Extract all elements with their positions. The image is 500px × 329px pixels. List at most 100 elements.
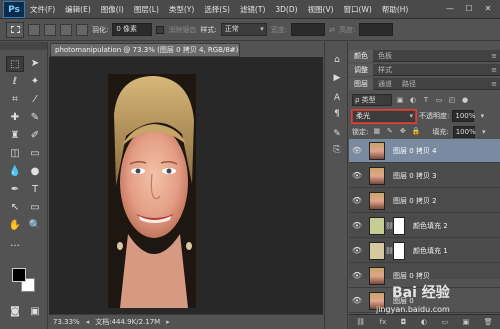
menu-help[interactable]: 帮助(H) <box>377 4 414 15</box>
path-selection-icon[interactable]: ↖ <box>6 200 24 216</box>
add-selection-icon[interactable] <box>44 23 56 36</box>
healing-brush-icon[interactable]: ✚ <box>6 110 24 126</box>
blend-mode-select[interactable]: 柔光 <box>351 108 417 124</box>
visibility-eye-icon[interactable]: 👁 <box>349 196 365 205</box>
menu-filter[interactable]: 滤镜(T) <box>235 4 270 15</box>
visibility-eye-icon[interactable]: 👁 <box>349 271 365 280</box>
lasso-tool-icon[interactable]: ℓ <box>6 74 24 90</box>
minimize-button[interactable]: — <box>442 3 458 15</box>
height-input[interactable] <box>359 23 394 36</box>
layer-filter-select[interactable]: ρ 类型 <box>352 94 392 106</box>
menu-3d[interactable]: 3D(D) <box>270 5 302 14</box>
history-panel-icon[interactable]: ⌂ <box>330 54 344 66</box>
tab-layers[interactable]: 图层 <box>349 77 373 90</box>
opacity-arrow-icon[interactable]: ▾ <box>477 111 487 121</box>
width-input[interactable] <box>291 23 326 36</box>
crop-tool-icon[interactable]: ⌗ <box>6 92 24 108</box>
hand-tool-icon[interactable]: ✋ <box>6 218 24 234</box>
layer-row[interactable]: 👁 图层 0 拷贝 4 <box>349 139 500 163</box>
fill-arrow-icon[interactable]: ▾ <box>479 127 489 137</box>
layer-row[interactable]: 👁 ⛓ 颜色填充 1 <box>349 239 500 263</box>
menu-layer[interactable]: 图层(L) <box>129 4 164 15</box>
tab-adjustments[interactable]: 调整 <box>349 63 373 76</box>
blur-tool-icon[interactable]: 💧 <box>6 164 24 180</box>
character-panel-icon[interactable]: A <box>330 92 344 104</box>
menu-window[interactable]: 窗口(W) <box>339 4 377 15</box>
close-window-button[interactable]: ✕ <box>480 3 496 15</box>
visibility-eye-icon[interactable]: 👁 <box>349 221 365 230</box>
pen-tool-icon[interactable]: ✒ <box>6 182 24 198</box>
filter-toggle-icon[interactable]: ● <box>460 95 470 105</box>
filter-type-icon[interactable]: T <box>421 95 431 105</box>
filter-pixel-icon[interactable]: ▣ <box>395 95 405 105</box>
filter-smart-icon[interactable]: ◰ <box>447 95 457 105</box>
menu-select[interactable]: 选择(S) <box>199 4 235 15</box>
type-tool-icon[interactable]: T <box>26 182 44 198</box>
document-tab[interactable]: photomanipulation @ 73.3% (图层 0 拷贝 4, RG… <box>50 43 240 57</box>
new-layer-icon[interactable]: ▣ <box>463 318 470 326</box>
eyedropper-icon[interactable]: ⁄ <box>26 92 44 108</box>
lock-all-icon[interactable]: 🔒 <box>411 127 421 136</box>
layer-row[interactable]: 👁 图层 0 拷贝 2 <box>349 189 500 213</box>
intersect-selection-icon[interactable] <box>76 23 88 36</box>
adjustment-layer-icon[interactable]: ◐ <box>421 318 427 326</box>
quick-mask-icon[interactable]: ◙ <box>6 304 24 320</box>
history-brush-icon[interactable]: ✐ <box>26 128 44 144</box>
tab-styles[interactable]: 样式 <box>373 64 397 76</box>
new-selection-icon[interactable] <box>28 23 40 36</box>
screen-mode-icon[interactable]: ▣ <box>26 304 44 320</box>
clone-source-icon[interactable]: ⎘ <box>330 144 344 156</box>
opacity-input[interactable]: 100% <box>452 110 475 122</box>
brush-panel-icon[interactable]: ✎ <box>330 128 344 140</box>
visibility-eye-icon[interactable]: 👁 <box>349 146 365 155</box>
lock-transparency-icon[interactable]: ▦ <box>372 127 381 136</box>
swap-icon[interactable]: ⇄ <box>329 26 335 34</box>
filter-shape-icon[interactable]: ▭ <box>434 95 444 105</box>
subtract-selection-icon[interactable] <box>60 23 72 36</box>
new-group-icon[interactable]: ▭ <box>441 318 448 326</box>
menu-view[interactable]: 视图(V) <box>303 4 339 15</box>
tab-paths[interactable]: 路径 <box>397 78 421 90</box>
play-actions-icon[interactable]: ▶ <box>330 72 344 84</box>
lock-position-icon[interactable]: ✥ <box>398 127 407 136</box>
status-menu-icon[interactable]: ▸ <box>166 318 170 326</box>
fill-input[interactable]: 100% <box>452 125 476 138</box>
eraser-icon[interactable]: ◫ <box>6 146 24 162</box>
delete-layer-icon[interactable]: 🗑 <box>484 318 493 326</box>
panel-menu-icon[interactable]: ≡ <box>491 78 497 90</box>
menu-type[interactable]: 类型(Y) <box>164 4 199 15</box>
filter-adjustment-icon[interactable]: ◐ <box>408 95 418 105</box>
style-select[interactable]: 正常 <box>220 23 267 36</box>
foreground-color-swatch[interactable] <box>12 268 26 282</box>
link-layers-icon[interactable]: ⛓ <box>356 318 365 326</box>
panel-menu-icon[interactable]: ≡ <box>491 50 497 62</box>
more-tools-icon[interactable]: … <box>6 236 24 252</box>
visibility-eye-icon[interactable]: 👁 <box>349 296 365 305</box>
lock-pixels-icon[interactable]: ✎ <box>385 127 394 136</box>
feather-input[interactable]: 0 像素 <box>112 23 153 36</box>
paragraph-panel-icon[interactable]: ¶ <box>330 108 344 120</box>
visibility-eye-icon[interactable]: 👁 <box>349 171 365 180</box>
panel-menu-icon[interactable]: ≡ <box>491 64 497 76</box>
layer-style-icon[interactable]: fx <box>380 318 387 326</box>
brush-tool-icon[interactable]: ✎ <box>26 110 44 126</box>
magic-wand-icon[interactable]: ✦ <box>26 74 44 90</box>
shape-tool-icon[interactable]: ▭ <box>26 200 44 216</box>
tab-color[interactable]: 颜色 <box>349 49 373 62</box>
menu-edit[interactable]: 编辑(E) <box>60 4 96 15</box>
visibility-eye-icon[interactable]: 👁 <box>349 246 365 255</box>
close-document-icon[interactable]: × <box>229 44 235 56</box>
move-tool-icon[interactable]: ➤ <box>26 56 44 72</box>
tab-swatches[interactable]: 色板 <box>373 50 397 62</box>
layer-row[interactable]: 👁 图层 0 拷贝 3 <box>349 164 500 188</box>
tab-channels[interactable]: 通道 <box>373 78 397 90</box>
zoom-tool-icon[interactable]: 🔍 <box>26 218 44 234</box>
zoom-level[interactable]: 73.33% <box>53 318 80 326</box>
antialias-checkbox[interactable] <box>156 25 165 34</box>
menu-file[interactable]: 文件(F) <box>25 4 60 15</box>
dodge-tool-icon[interactable]: ● <box>26 164 44 180</box>
maximize-button[interactable]: ☐ <box>461 3 477 15</box>
marquee-tool-icon[interactable]: ⬚ <box>6 56 24 72</box>
menu-image[interactable]: 图像(I) <box>96 4 129 15</box>
tool-preset-picker[interactable] <box>6 21 24 38</box>
